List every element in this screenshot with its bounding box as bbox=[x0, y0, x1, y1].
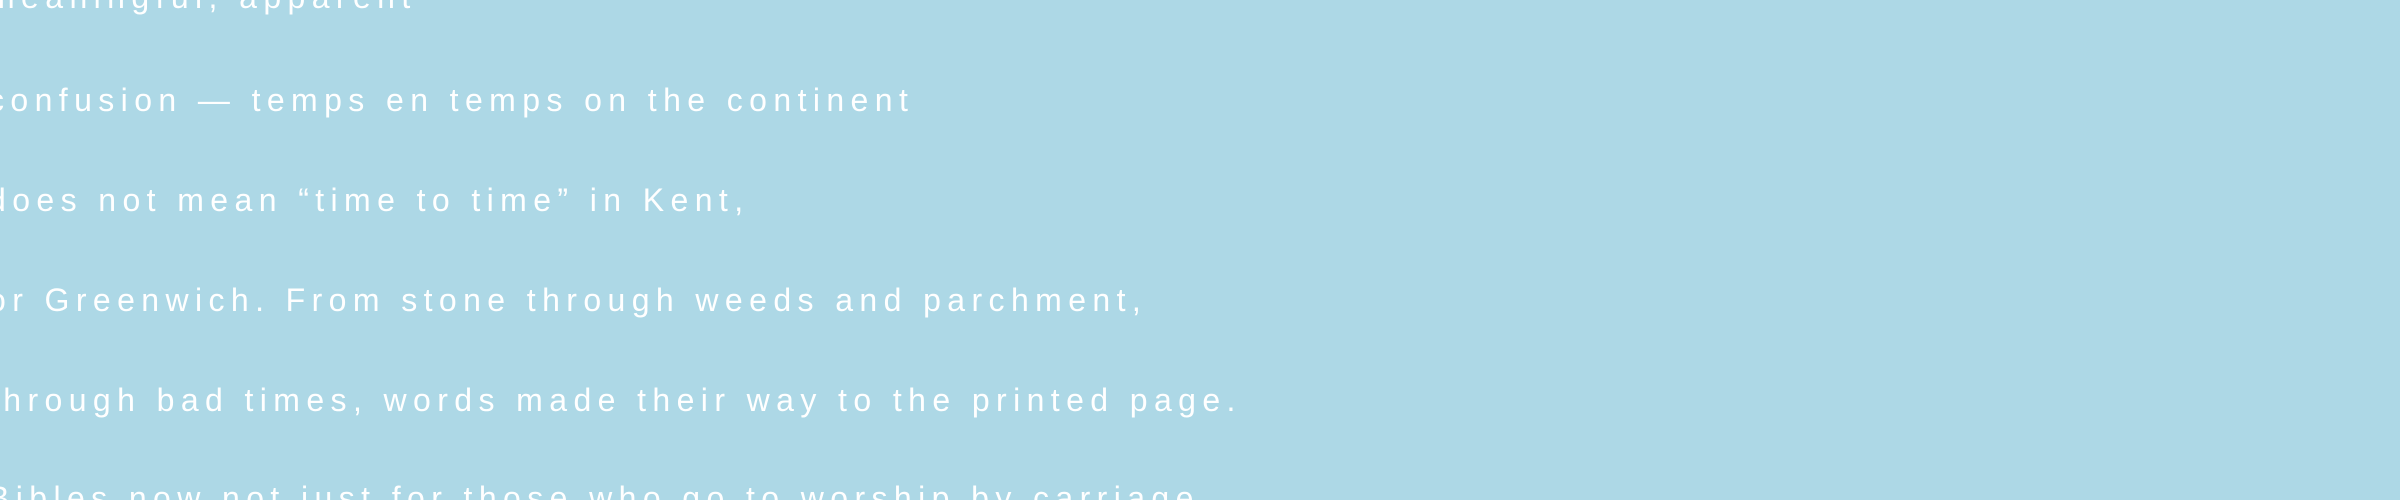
poem-line-2: confusion — temps en temps on the contin… bbox=[0, 82, 915, 118]
poem-line-5: through bad times, words made their way … bbox=[0, 382, 1242, 418]
poem-line-3: does not mean “time to time” in Kent, bbox=[0, 182, 750, 218]
poem-text-block: meaningful, apparent confusion — temps e… bbox=[0, 0, 2400, 500]
poem-line-4: or Greenwich. From stone through weeds a… bbox=[0, 282, 1148, 318]
poem-line-6: Bibles now not just for those who go to … bbox=[0, 480, 1200, 500]
poem-line-1: meaningful, apparent bbox=[0, 0, 417, 17]
